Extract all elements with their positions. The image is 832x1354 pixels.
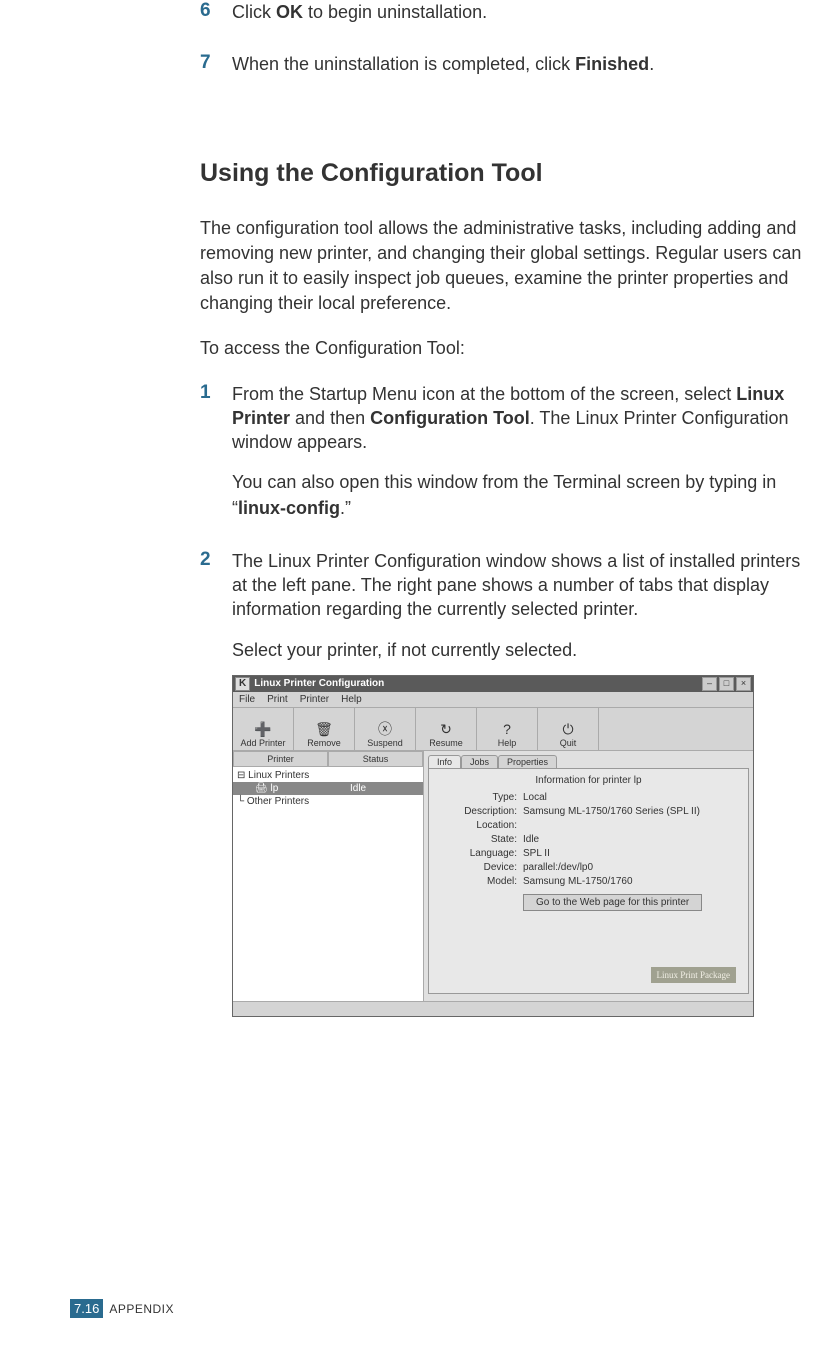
step-2: 2 The Linux Printer Configuration window… — [200, 549, 820, 663]
toolbar-add-printer[interactable]: ➕Add Printer — [233, 708, 294, 750]
add-printer-icon: ➕ — [254, 722, 271, 736]
field-language: Language:SPL II — [437, 848, 740, 859]
lpc-toolbar: ➕Add Printer 🗑Remove ⓧSuspend ↻Resume ?H… — [233, 708, 753, 751]
remove-icon: 🗑 — [315, 722, 333, 736]
menu-file[interactable]: File — [239, 694, 255, 705]
field-location: Location: — [437, 820, 740, 831]
col-header-status[interactable]: Status — [328, 751, 423, 767]
tree-item-other-printers[interactable]: └ Other Printers — [233, 795, 423, 808]
tree-item-linux-printers[interactable]: ⊟ Linux Printers — [233, 769, 423, 782]
lpc-right-pane: Info Jobs Properties Information for pri… — [424, 751, 753, 1001]
lpc-left-pane: Printer Status ⊟ Linux Printers 🖨 lp Idl… — [233, 751, 424, 1001]
footer-label: APPENDIX — [109, 1302, 174, 1316]
kde-icon: K — [235, 677, 250, 691]
lpc-title: Linux Printer Configuration — [254, 678, 702, 689]
field-type: Type:Local — [437, 792, 740, 803]
tab-jobs[interactable]: Jobs — [461, 755, 498, 768]
lpc-menubar: File Print Printer Help — [233, 692, 753, 708]
step-number: 7 — [200, 52, 232, 76]
step-7: 7 When the uninstallation is completed, … — [200, 52, 820, 76]
toolbar-quit[interactable]: ⏻Quit — [538, 708, 599, 750]
field-state: State:Idle — [437, 834, 740, 845]
tab-info[interactable]: Info — [428, 755, 461, 768]
step-text: From the Startup Menu icon at the bottom… — [232, 382, 820, 521]
suspend-icon: ⓧ — [378, 722, 392, 736]
col-header-printer[interactable]: Printer — [233, 751, 328, 767]
step-6: 6 Click OK to begin uninstallation. — [200, 0, 820, 24]
access-paragraph: To access the Configuration Tool: — [200, 336, 820, 361]
tab-properties[interactable]: Properties — [498, 755, 557, 768]
step-1: 1 From the Startup Menu icon at the bott… — [200, 382, 820, 521]
lpc-titlebar: K Linux Printer Configuration – □ × — [233, 676, 753, 692]
step-text: When the uninstallation is completed, cl… — [232, 52, 654, 76]
step-number: 6 — [200, 0, 232, 24]
close-icon[interactable]: × — [736, 677, 751, 691]
resume-icon: ↻ — [440, 722, 452, 736]
page-number-badge: 7.16 — [70, 1299, 103, 1318]
tree-item-lp[interactable]: 🖨 lp Idle — [233, 782, 423, 795]
toolbar-help[interactable]: ?Help — [477, 708, 538, 750]
toolbar-resume[interactable]: ↻Resume — [416, 708, 477, 750]
field-device: Device:parallel:/dev/lp0 — [437, 862, 740, 873]
info-panel-title: Information for printer lp — [437, 775, 740, 786]
step-text: The Linux Printer Configuration window s… — [232, 549, 820, 663]
menu-help[interactable]: Help — [341, 694, 362, 705]
toolbar-suspend[interactable]: ⓧSuspend — [355, 708, 416, 750]
field-description: Description:Samsung ML-1750/1760 Series … — [437, 806, 740, 817]
field-model: Model:Samsung ML-1750/1760 — [437, 876, 740, 887]
info-panel: Information for printer lp Type:Local De… — [428, 768, 749, 994]
section-heading: Using the Configuration Tool — [200, 159, 820, 188]
web-page-button[interactable]: Go to the Web page for this printer — [523, 894, 702, 911]
lpc-window-screenshot: K Linux Printer Configuration – □ × File… — [232, 675, 754, 1017]
menu-printer[interactable]: Printer — [300, 694, 329, 705]
toolbar-remove[interactable]: 🗑Remove — [294, 708, 355, 750]
maximize-icon[interactable]: □ — [719, 677, 734, 691]
intro-paragraph: The configuration tool allows the admini… — [200, 216, 820, 317]
help-icon: ? — [503, 722, 511, 736]
quit-icon: ⏻ — [562, 722, 573, 736]
step-text: Click OK to begin uninstallation. — [232, 0, 487, 24]
step-number: 1 — [200, 382, 232, 521]
lpc-statusbar — [233, 1001, 753, 1016]
page-footer: 7.16 APPENDIX — [70, 1299, 174, 1318]
linux-print-package-logo: Linux Print Package — [651, 967, 737, 983]
minimize-icon[interactable]: – — [702, 677, 717, 691]
printer-tree[interactable]: ⊟ Linux Printers 🖨 lp Idle └ Other Print… — [233, 767, 423, 1001]
step-number: 2 — [200, 549, 232, 663]
menu-print[interactable]: Print — [267, 694, 288, 705]
